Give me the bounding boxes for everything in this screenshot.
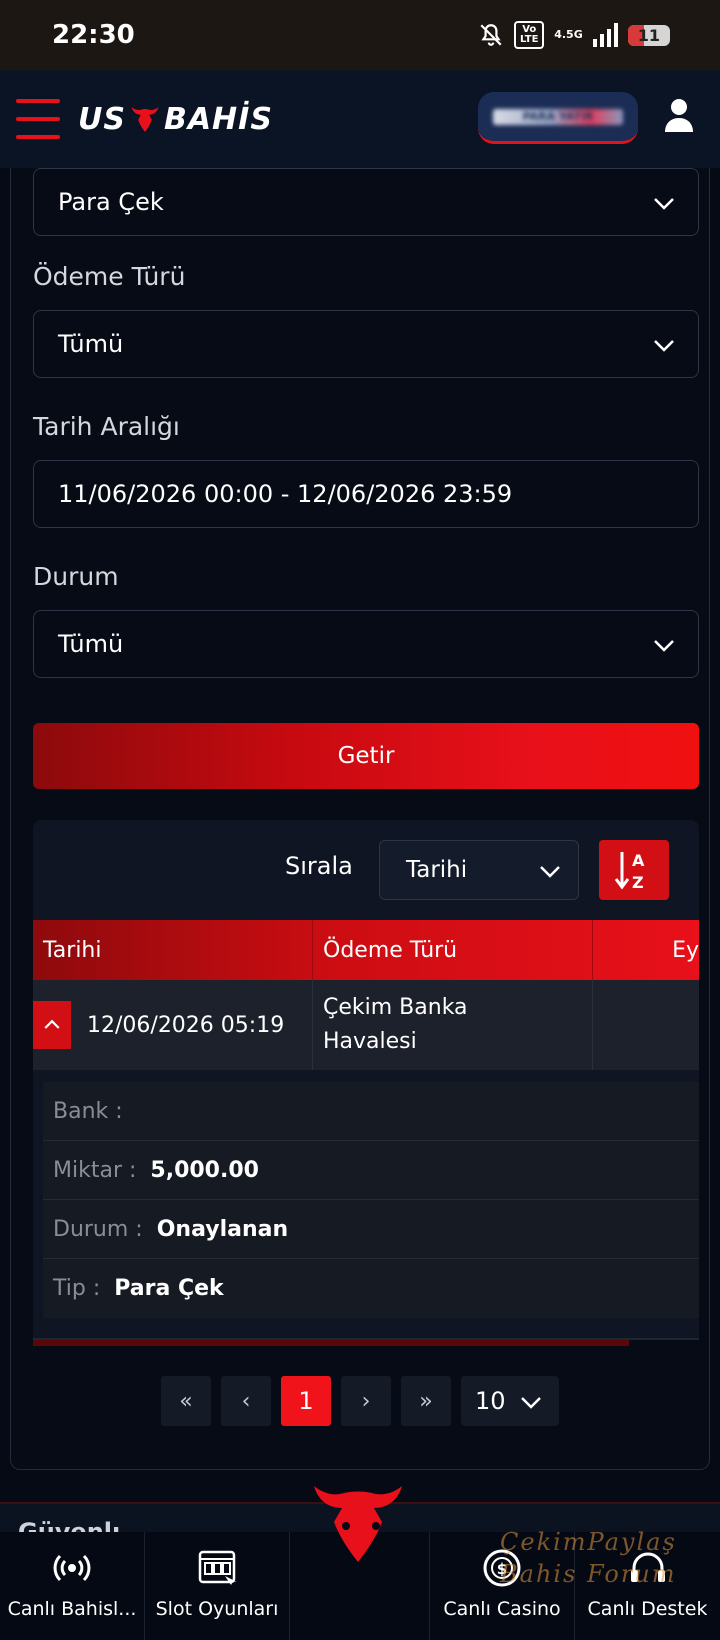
payment-type-select[interactable]: Tümü (33, 310, 699, 378)
status-icons: Vo LTE 4.5G 11 (478, 21, 670, 49)
row-detail: Bank : Miktar : 5,000.00 Durum : Onaylan… (43, 1082, 699, 1318)
transaction-type-value: Para Çek (58, 188, 164, 216)
chevron-up-icon (44, 1019, 60, 1029)
watermark-line-1: ÇekimPaylaş (500, 1528, 677, 1556)
chevron-down-icon (654, 640, 674, 652)
nav-label: Canlı Casino (443, 1598, 561, 1620)
transaction-filter-panel: Para Çek Ödeme Türü Tümü Tarih Aralığı 1… (10, 168, 710, 1470)
sort-az-top: A (632, 851, 645, 870)
date-range-label: Tarih Aralığı (33, 412, 180, 441)
detail-label: Durum : (53, 1216, 143, 1242)
battery-level: 11 (637, 25, 660, 45)
logo-text-right: BAHİS (163, 101, 273, 137)
bull-logo-icon (131, 107, 159, 132)
table-header: Tarihi Ödeme Türü Ey (33, 920, 699, 980)
page-button-current[interactable]: 1 (281, 1376, 331, 1426)
collapse-row-button[interactable] (33, 1001, 71, 1049)
brand-logo[interactable]: US BAHİS (78, 102, 273, 137)
home-bull-icon[interactable] (306, 1478, 416, 1588)
nav-slot-games[interactable]: Slot Oyunları (145, 1532, 290, 1640)
detail-value: Onaylanan (156, 1216, 289, 1242)
sort-value: Tarihi (406, 857, 468, 883)
nav-label: Canlı Bahisl... (7, 1598, 137, 1620)
app-header: US BAHİS PARA YATIR (0, 70, 720, 168)
detail-label: Tip : (53, 1276, 101, 1301)
horizontal-scrollbar[interactable] (33, 1340, 629, 1346)
nav-live-betting[interactable]: Canlı Bahisl... (0, 1532, 145, 1640)
first-page-button[interactable]: « (161, 1376, 211, 1426)
column-payment-type[interactable]: Ödeme Türü (313, 920, 593, 980)
column-date[interactable]: Tarihi (33, 920, 313, 980)
detail-value: Para Çek (114, 1276, 224, 1301)
last-page-button[interactable]: » (401, 1376, 451, 1426)
bell-muted-icon (480, 24, 502, 46)
sort-az-icon: A Z (614, 851, 645, 892)
results-card: Sırala Tarihi A Z Tarihi Ödeme Türü Ey 1 (33, 820, 699, 1340)
detail-amount: Miktar : 5,000.00 (43, 1141, 699, 1200)
transaction-type-select[interactable]: Para Çek (33, 168, 699, 236)
live-broadcast-icon (53, 1554, 91, 1582)
cell-date: 12/06/2026 05:19 (33, 980, 313, 1070)
row-date: 12/06/2026 05:19 (87, 1012, 285, 1038)
sort-direction-button[interactable]: A Z (599, 840, 669, 900)
nav-label: Canlı Destek (587, 1598, 708, 1620)
chevron-down-icon (654, 340, 674, 352)
date-range-value: 11/06/2026 00:00 - 12/06/2026 23:59 (58, 480, 513, 508)
battery-icon: 11 (627, 24, 670, 46)
balance-text: PARA YATIR (493, 108, 623, 125)
pagination: « ‹ 1 › » 10 (0, 1376, 720, 1426)
chevron-down-icon (654, 198, 674, 210)
status-value: Tümü (58, 630, 124, 658)
sort-select[interactable]: Tarihi (379, 840, 579, 900)
row-payment-type: Çekim Banka Havalesi (323, 995, 468, 1054)
watermark-line-2: Bahis Forum (500, 1560, 677, 1588)
nav-label: Slot Oyunları (155, 1598, 279, 1620)
network-type: 4.5G (554, 28, 583, 41)
cell-empty (593, 980, 699, 1070)
user-icon[interactable] (664, 98, 694, 132)
next-page-button[interactable]: › (341, 1376, 391, 1426)
fetch-button[interactable]: Getir (33, 723, 699, 789)
status-bar: 22:30 Vo LTE 4.5G 11 (0, 0, 720, 70)
deposit-button[interactable]: PARA YATIR (478, 92, 638, 144)
menu-icon[interactable] (16, 99, 60, 139)
chevron-down-icon (540, 866, 560, 878)
status-label: Durum (33, 562, 119, 591)
watermark: ÇekimPaylaş Bahis Forum (500, 1526, 677, 1590)
detail-status: Durum : Onaylanan (43, 1200, 699, 1259)
slot-machine-icon (198, 1550, 237, 1585)
sort-az-bottom: Z (632, 873, 644, 892)
sort-label: Sırala (285, 852, 353, 880)
logo-text-left: US (78, 101, 126, 137)
status-time: 22:30 (52, 20, 135, 50)
detail-label: Miktar : (53, 1157, 137, 1183)
page-size-select[interactable]: 10 (461, 1376, 559, 1426)
payment-type-value: Tümü (58, 330, 124, 358)
chevron-down-icon (521, 1397, 541, 1409)
page-size-value: 10 (475, 1387, 506, 1415)
detail-value: 5,000.00 (150, 1157, 259, 1183)
detail-type: Tip : Para Çek (43, 1259, 699, 1318)
table-row: 12/06/2026 05:19 Çekim Banka Havalesi (33, 980, 699, 1070)
signal-icon (592, 23, 618, 47)
detail-label: Bank : (53, 1098, 123, 1124)
volte-icon: Vo LTE (514, 21, 545, 49)
column-truncated[interactable]: Ey (593, 920, 699, 980)
prev-page-button[interactable]: ‹ (221, 1376, 271, 1426)
payment-type-label: Ödeme Türü (33, 262, 186, 291)
status-select[interactable]: Tümü (33, 610, 699, 678)
date-range-input[interactable]: 11/06/2026 00:00 - 12/06/2026 23:59 (33, 460, 699, 528)
detail-bank: Bank : (43, 1082, 699, 1141)
cell-payment-type: Çekim Banka Havalesi (313, 980, 593, 1070)
